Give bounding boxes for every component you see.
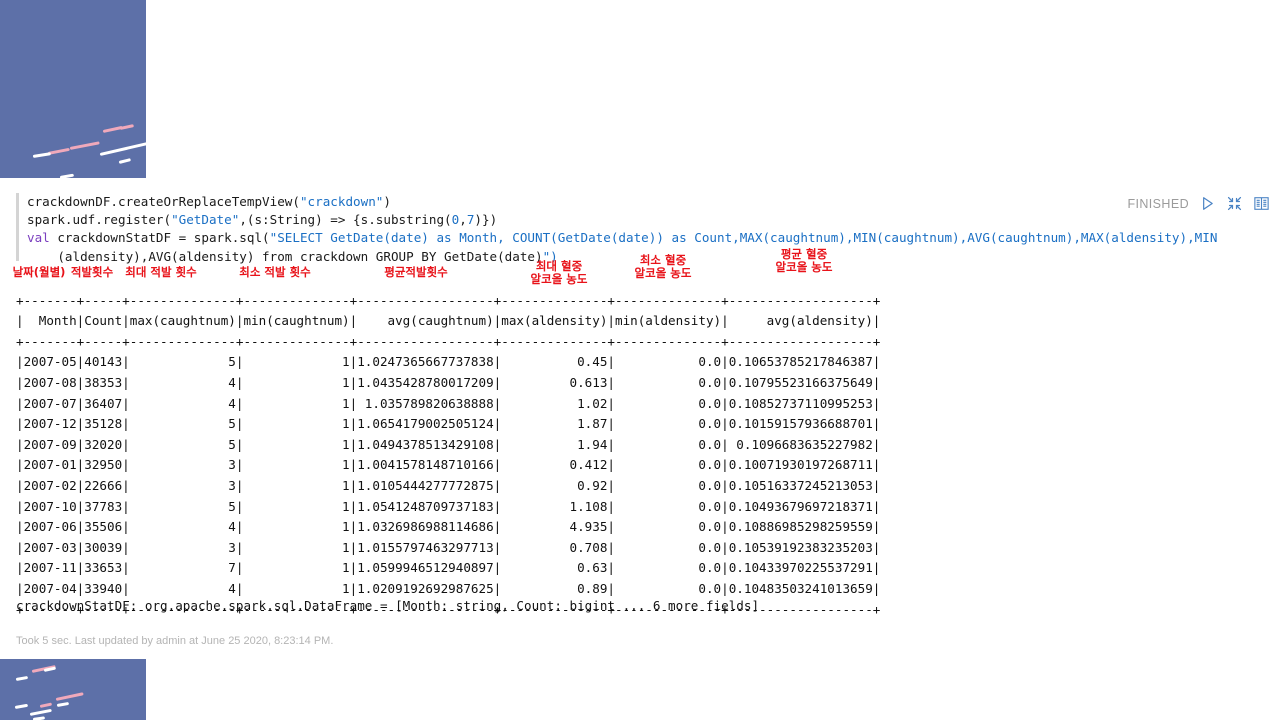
- code-gutter: [16, 193, 19, 261]
- spark-result-table: +-------+-----+--------------+----------…: [16, 292, 881, 617]
- paragraph-status-bar: FINISHED: [1127, 195, 1270, 212]
- code-editor[interactable]: crackdownDF.createOrReplaceTempView("cra…: [16, 193, 1217, 266]
- run-icon[interactable]: [1199, 195, 1216, 212]
- status-badge: FINISHED: [1127, 196, 1189, 211]
- collapse-icon[interactable]: [1226, 195, 1243, 212]
- code-text[interactable]: crackdownDF.createOrReplaceTempView("cra…: [16, 193, 1217, 266]
- paragraph-footer: Took 5 sec. Last updated by admin at Jun…: [16, 635, 334, 647]
- notebook-paragraph: crackdownDF.createOrReplaceTempView("cra…: [0, 0, 1280, 720]
- annotation-avg-aldensity: 평균 혈중 알코올 농도: [775, 247, 833, 274]
- annotation-max-aldensity: 최대 혈중 알코올 농도: [530, 259, 588, 286]
- dataframe-result-line: crackdownStatDF: org.apache.spark.sql.Da…: [16, 598, 760, 613]
- annotation-min-caughtnum: 최소 적발 횟수: [239, 265, 311, 279]
- annotation-count: 적발횟수: [70, 265, 114, 279]
- annotation-max-caughtnum: 최대 적발 횟수: [125, 265, 197, 279]
- book-icon[interactable]: [1253, 195, 1270, 212]
- annotation-month: 날짜(월별): [12, 265, 66, 279]
- annotation-min-aldensity: 최소 혈중 알코올 농도: [634, 253, 692, 280]
- annotation-avg-caughtnum: 평균적발횟수: [384, 265, 448, 279]
